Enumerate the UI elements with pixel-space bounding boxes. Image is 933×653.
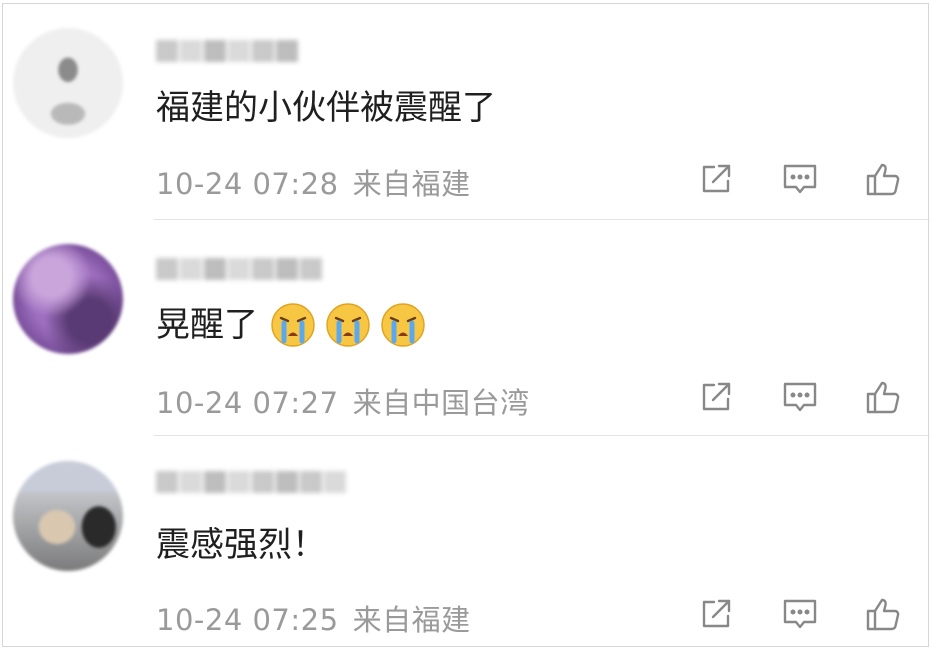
crying-face-emoji: [326, 303, 370, 347]
crying-face-emoji: [381, 303, 425, 347]
username-redacted[interactable]: [156, 258, 322, 282]
comment-item: 晃醒了 10-24 07:27 来自中国台湾: [3, 220, 930, 436]
comment-body: 晃醒了: [156, 305, 258, 345]
thumbs-up-icon: [866, 163, 900, 196]
share-button[interactable]: [697, 160, 735, 198]
comment-body: 震感强烈！: [156, 525, 326, 565]
comment-time: 10-24 07:27: [156, 386, 339, 420]
share-icon: [702, 599, 731, 628]
comment-icon: [783, 164, 817, 194]
comment-body: 福建的小伙伴被震醒了: [156, 88, 496, 128]
like-button[interactable]: [864, 595, 902, 633]
comment-icon: [783, 382, 817, 412]
comment-text: 晃醒了: [156, 302, 426, 348]
like-button[interactable]: [864, 160, 902, 198]
comment-item: 福建的小伙伴被震醒了 10-24 07:28 来自福建: [3, 4, 930, 220]
avatar[interactable]: [13, 28, 123, 138]
comment-meta: 10-24 07:27 来自中国台湾: [156, 380, 530, 422]
comment-list: 福建的小伙伴被震醒了 10-24 07:28 来自福建 晃醒了 10-24 07:…: [2, 3, 930, 647]
comment-location: 来自中国台湾: [352, 386, 530, 420]
comment-item: 震感强烈！ 10-24 07:25 来自福建: [3, 437, 930, 653]
username-redacted[interactable]: [156, 40, 298, 64]
comment-location: 来自福建: [352, 167, 471, 201]
reply-button[interactable]: [781, 378, 819, 416]
comment-time: 10-24 07:25: [156, 603, 339, 637]
thumbs-up-icon: [866, 598, 900, 631]
thumbs-up-icon: [866, 381, 900, 414]
comment-icon: [783, 599, 817, 629]
comment-meta: 10-24 07:28 来自福建: [156, 161, 471, 203]
comment-meta: 10-24 07:25 来自福建: [156, 597, 471, 639]
crying-face-emoji: [271, 303, 315, 347]
share-button[interactable]: [697, 595, 735, 633]
reply-button[interactable]: [781, 160, 819, 198]
divider: [154, 435, 930, 436]
share-button[interactable]: [697, 378, 735, 416]
comment-text: 福建的小伙伴被震醒了: [156, 86, 496, 130]
username-redacted[interactable]: [156, 471, 346, 495]
share-icon: [702, 382, 731, 411]
avatar[interactable]: [13, 244, 123, 354]
comment-location: 来自福建: [352, 603, 471, 637]
share-icon: [702, 164, 731, 193]
like-button[interactable]: [864, 378, 902, 416]
comment-time: 10-24 07:28: [156, 167, 339, 201]
reply-button[interactable]: [781, 595, 819, 633]
avatar[interactable]: [13, 461, 123, 571]
comment-text: 震感强烈！: [156, 523, 326, 567]
